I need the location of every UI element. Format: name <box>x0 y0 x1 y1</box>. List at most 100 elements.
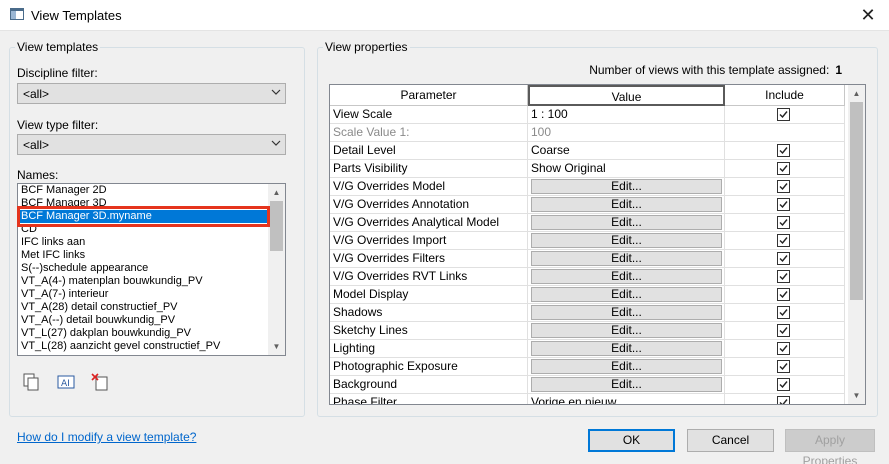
scroll-thumb[interactable] <box>850 102 863 300</box>
include-cell <box>725 178 845 196</box>
table-row: Lighting Edit... <box>330 340 845 358</box>
edit-button[interactable]: Edit... <box>531 305 722 320</box>
include-checkbox[interactable] <box>777 324 790 337</box>
edit-button[interactable]: Edit... <box>531 359 722 374</box>
include-checkbox[interactable] <box>777 162 790 175</box>
include-cell <box>725 196 845 214</box>
column-header-include[interactable]: Include <box>725 85 845 106</box>
value-cell: Edit... <box>528 304 725 322</box>
delete-icon[interactable] <box>90 372 112 392</box>
include-checkbox[interactable] <box>777 180 790 193</box>
view-properties-grid: Parameter Value Include View Scale 1 : 10… <box>329 84 866 405</box>
edit-button[interactable]: Edit... <box>531 215 722 230</box>
names-scrollbar[interactable]: ▲ ▼ <box>268 184 285 355</box>
edit-button[interactable]: Edit... <box>531 341 722 356</box>
checkmark-icon <box>779 219 788 227</box>
include-checkbox[interactable] <box>777 396 790 404</box>
table-row: Model Display Edit... <box>330 286 845 304</box>
list-item[interactable]: VT_L(28) aanzicht gevel constructief_PV <box>18 340 268 353</box>
list-item[interactable]: BCF Manager 3D <box>18 197 268 210</box>
names-label: Names: <box>17 168 59 182</box>
edit-button[interactable]: Edit... <box>531 323 722 338</box>
edit-button[interactable]: Edit... <box>531 179 722 194</box>
include-checkbox[interactable] <box>777 378 790 391</box>
names-list: BCF Manager 2D BCF Manager 3D BCF Manager … <box>18 184 268 353</box>
names-listbox[interactable]: BCF Manager 2D BCF Manager 3D BCF Manager … <box>17 183 286 356</box>
scroll-down-icon[interactable]: ▼ <box>268 338 285 355</box>
view-templates-app-icon <box>10 8 24 20</box>
value-cell: Edit... <box>528 268 725 286</box>
list-item[interactable]: Met IFC links <box>18 249 268 262</box>
edit-button[interactable]: Edit... <box>531 269 722 284</box>
table-row: Sketchy Lines Edit... <box>330 322 845 340</box>
value-cell[interactable]: Coarse <box>528 142 725 160</box>
edit-button[interactable]: Edit... <box>531 197 722 212</box>
list-item[interactable]: VT_A(--) detail bouwkundig_PV <box>18 314 268 327</box>
value-cell[interactable]: Show Original <box>528 160 725 178</box>
column-header-value[interactable]: Value <box>528 85 725 106</box>
scroll-thumb[interactable] <box>270 201 283 251</box>
list-item[interactable]: BCF Manager 2D <box>18 184 268 197</box>
value-cell[interactable]: 1 : 100 <box>528 106 725 124</box>
close-icon[interactable]: ✕ <box>855 2 881 28</box>
include-checkbox[interactable] <box>777 108 790 121</box>
include-checkbox[interactable] <box>777 252 790 265</box>
include-checkbox[interactable] <box>777 270 790 283</box>
edit-button[interactable]: Edit... <box>531 251 722 266</box>
include-checkbox[interactable] <box>777 288 790 301</box>
include-checkbox[interactable] <box>777 360 790 373</box>
parameter-cell: Sketchy Lines <box>330 322 528 340</box>
list-item[interactable]: VT_L(27) dakplan bouwkundig_PV <box>18 327 268 340</box>
table-row: V/G Overrides RVT Links Edit... <box>330 268 845 286</box>
checkmark-icon <box>779 237 788 245</box>
edit-button[interactable]: Edit... <box>531 233 722 248</box>
parameter-cell: Lighting <box>330 340 528 358</box>
value-cell: Edit... <box>528 178 725 196</box>
include-checkbox[interactable] <box>777 216 790 229</box>
table-row: V/G Overrides Import Edit... <box>330 232 845 250</box>
duplicate-icon[interactable] <box>20 372 42 392</box>
scroll-down-icon[interactable]: ▼ <box>848 387 865 404</box>
column-header-parameter[interactable]: Parameter <box>330 85 528 106</box>
checkmark-icon <box>779 273 788 281</box>
include-checkbox[interactable] <box>777 342 790 355</box>
table-row: Phase Filter Vorige en nieuw <box>330 394 845 404</box>
parameter-cell: Photographic Exposure <box>330 358 528 376</box>
table-row: Detail Level Coarse <box>330 142 845 160</box>
ok-button[interactable]: OK <box>588 429 675 452</box>
view-type-filter-dropdown[interactable]: <all> <box>17 134 286 155</box>
include-checkbox[interactable] <box>777 198 790 211</box>
checkmark-icon <box>779 309 788 317</box>
value-cell[interactable]: Vorige en nieuw <box>528 394 725 404</box>
parameter-cell: V/G Overrides Analytical Model <box>330 214 528 232</box>
checkmark-icon <box>779 165 788 173</box>
properties-scrollbar[interactable]: ▲ ▼ <box>848 85 865 404</box>
list-item[interactable]: IFC links aan <box>18 236 268 249</box>
include-checkbox[interactable] <box>777 306 790 319</box>
view-type-filter-value: <all> <box>23 138 50 152</box>
checkmark-icon <box>779 147 788 155</box>
help-link[interactable]: How do I modify a view template? <box>17 430 196 444</box>
parameter-cell: View Scale <box>330 106 528 124</box>
edit-button[interactable]: Edit... <box>531 377 722 392</box>
list-item[interactable]: CD <box>18 223 268 236</box>
scroll-up-icon[interactable]: ▲ <box>268 184 285 201</box>
parameter-cell: V/G Overrides Filters <box>330 250 528 268</box>
list-item[interactable]: VT_A(7-) interieur <box>18 288 268 301</box>
include-cell <box>725 124 845 142</box>
table-row: Parts Visibility Show Original <box>330 160 845 178</box>
discipline-filter-dropdown[interactable]: <all> <box>17 83 286 104</box>
scroll-up-icon[interactable]: ▲ <box>848 85 865 102</box>
apply-properties-button[interactable]: Apply Properties <box>785 429 875 464</box>
include-checkbox[interactable] <box>777 234 790 247</box>
value-cell: Edit... <box>528 250 725 268</box>
grid-rows: View Scale 1 : 100 Scale Value 1: 100 Detail… <box>330 106 845 404</box>
list-item[interactable]: BCF Manager 3D.myname <box>18 210 268 223</box>
rename-icon[interactable]: AI <box>55 372 77 392</box>
cancel-button[interactable]: Cancel <box>687 429 774 452</box>
edit-button[interactable]: Edit... <box>531 287 722 302</box>
include-checkbox[interactable] <box>777 144 790 157</box>
list-item[interactable]: VT_A(28) detail constructief_PV <box>18 301 268 314</box>
list-item[interactable]: VT_A(4-) matenplan bouwkundig_PV <box>18 275 268 288</box>
list-item[interactable]: S(--)schedule appearance <box>18 262 268 275</box>
